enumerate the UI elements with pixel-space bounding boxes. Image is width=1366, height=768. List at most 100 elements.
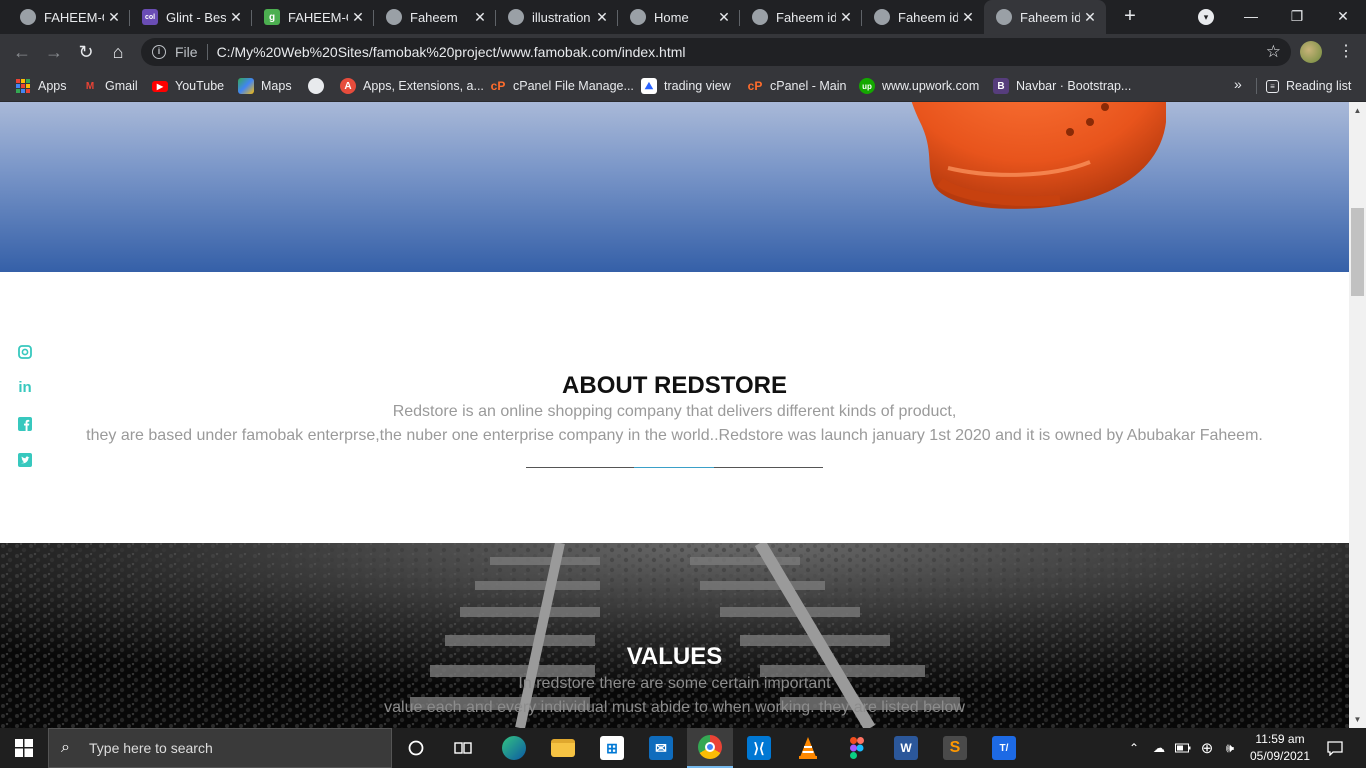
reading-list-button[interactable]: ≡ Reading list: [1266, 76, 1351, 96]
onedrive-icon[interactable]: ☁: [1148, 728, 1170, 768]
taskbar-search-input[interactable]: ⌕ Type here to search: [48, 728, 392, 768]
volume-icon[interactable]: 🕪: [1220, 728, 1240, 768]
hero-banner: [0, 102, 1349, 272]
new-tab-button[interactable]: +: [1119, 5, 1141, 27]
bookmark-cpanel-main[interactable]: cP cPanel - Main: [747, 76, 847, 96]
browser-tab[interactable]: Faheem ✕: [374, 2, 496, 32]
bookmark-label: Gmail: [105, 79, 138, 93]
notifications-icon[interactable]: [1320, 728, 1350, 768]
tab-title: Home: [654, 9, 689, 25]
reload-icon[interactable]: ↻: [74, 40, 98, 64]
url-text[interactable]: C:/My%20Web%20Sites/famobak%20project/ww…: [217, 44, 686, 60]
twitter-icon[interactable]: [17, 452, 33, 468]
cpanel-icon: cP: [747, 79, 763, 93]
close-icon[interactable]: ✕: [348, 9, 368, 26]
clock-date: 05/09/2021: [1249, 749, 1311, 763]
browser-tab[interactable]: Faheem ide ✕: [740, 2, 862, 32]
maps-icon: [238, 78, 254, 94]
edge-icon[interactable]: [491, 728, 537, 768]
upwork-icon: up: [859, 78, 875, 94]
browser-tab[interactable]: Home ✕: [618, 2, 740, 32]
mail-icon[interactable]: ✉: [638, 728, 684, 768]
scrollbar-thumb[interactable]: [1351, 208, 1364, 296]
values-text-line-1: In redstore there are some certain impor…: [518, 675, 831, 692]
taskbar-clock[interactable]: 11:59 am 05/09/2021: [1240, 731, 1320, 765]
g-icon: g: [264, 9, 280, 25]
tab-search-icon[interactable]: ▾: [1198, 9, 1214, 25]
close-icon[interactable]: ✕: [592, 9, 612, 26]
globe-icon: [752, 9, 768, 25]
tab-title: illustration: [532, 9, 591, 25]
bookmark-label: Navbar · Bootstrap...: [1016, 79, 1132, 93]
browser-tab-active[interactable]: Faheem ide ✕: [984, 0, 1106, 34]
network-icon[interactable]: ⊕: [1197, 728, 1217, 768]
close-window-button[interactable]: ✕: [1320, 0, 1366, 32]
extensions-icon: A: [340, 78, 356, 94]
scroll-down-icon[interactable]: ▼: [1349, 711, 1366, 728]
apps-grid-icon: [16, 79, 30, 93]
bookmark-youtube[interactable]: ▶ YouTube: [152, 76, 224, 96]
restore-button[interactable]: ❐: [1274, 0, 1320, 32]
browser-tab[interactable]: col Glint - Best ✕: [130, 2, 252, 32]
reading-list-label: Reading list: [1286, 79, 1352, 93]
cortana-icon[interactable]: [393, 728, 439, 768]
sublime-icon[interactable]: S: [932, 728, 978, 768]
profile-avatar[interactable]: [1300, 41, 1322, 63]
word-icon[interactable]: W: [883, 728, 929, 768]
globe-icon: [874, 9, 890, 25]
forward-icon[interactable]: →: [42, 40, 66, 64]
close-icon[interactable]: ✕: [470, 9, 490, 26]
bookmark-globe[interactable]: [308, 76, 331, 96]
close-icon[interactable]: ✕: [226, 9, 246, 26]
bookmark-tradingview[interactable]: ⛰ trading view: [641, 76, 731, 96]
bookmark-maps[interactable]: Maps: [238, 76, 292, 96]
typora-icon[interactable]: T/: [981, 728, 1027, 768]
store-icon[interactable]: ⊞: [589, 728, 635, 768]
bookmark-upwork[interactable]: up www.upwork.com: [859, 76, 979, 96]
bookmark-extensions[interactable]: A Apps, Extensions, a...: [340, 76, 484, 96]
show-hidden-icons-icon[interactable]: ⌃: [1126, 728, 1142, 768]
back-icon[interactable]: ←: [10, 40, 34, 64]
browser-tab[interactable]: Faheem ide ✕: [862, 2, 984, 32]
chrome-icon[interactable]: [687, 728, 733, 768]
browser-tab[interactable]: g FAHEEM-G ✕: [252, 2, 374, 32]
address-bar[interactable]: i File C:/My%20Web%20Sites/famobak%20pro…: [141, 38, 1291, 66]
instagram-icon[interactable]: [17, 344, 33, 360]
home-icon[interactable]: ⌂: [106, 40, 130, 64]
linkedin-icon[interactable]: in: [17, 379, 33, 396]
file-explorer-icon[interactable]: [540, 728, 586, 768]
browser-tab[interactable]: FAHEEM-G ✕: [8, 2, 130, 32]
scheme-label: File: [175, 44, 198, 60]
close-icon[interactable]: ✕: [104, 9, 124, 26]
browser-tab[interactable]: illustration ✕: [496, 2, 618, 32]
scroll-up-icon[interactable]: ▲: [1349, 102, 1366, 119]
facebook-icon[interactable]: [17, 416, 33, 432]
about-heading: ABOUT REDSTORE: [562, 372, 787, 399]
bookmark-star-icon[interactable]: ☆: [1266, 42, 1281, 62]
info-icon[interactable]: i: [152, 45, 166, 59]
menu-icon[interactable]: ⋮: [1336, 42, 1356, 62]
start-button[interactable]: [0, 728, 48, 768]
close-icon[interactable]: ✕: [714, 9, 734, 26]
bookmark-apps[interactable]: Apps: [16, 76, 67, 96]
bookmark-gmail[interactable]: M Gmail: [82, 76, 138, 96]
battery-icon[interactable]: [1174, 728, 1192, 768]
close-icon[interactable]: ✕: [836, 9, 856, 26]
task-view-icon[interactable]: [440, 728, 486, 768]
clock-time: 11:59 am: [1255, 732, 1305, 746]
close-icon[interactable]: ✕: [958, 9, 978, 26]
vscode-icon[interactable]: ⟩⟨: [736, 728, 782, 768]
vlc-icon[interactable]: [785, 728, 831, 768]
globe-icon: [20, 9, 36, 25]
bookmark-bootstrap[interactable]: B Navbar · Bootstrap...: [993, 76, 1131, 96]
globe-icon: [308, 78, 324, 94]
tab-title: Faheem ide: [1020, 9, 1080, 25]
divider-accent: [634, 467, 714, 468]
bookmarks-overflow-button[interactable]: »: [1234, 76, 1242, 92]
bookmark-cpanel-file[interactable]: cP cPanel File Manage...: [490, 76, 634, 96]
close-icon[interactable]: ✕: [1080, 9, 1100, 26]
page-scrollbar[interactable]: ▲ ▼: [1349, 102, 1366, 728]
figma-icon[interactable]: [834, 728, 880, 768]
minimize-button[interactable]: —: [1228, 0, 1274, 32]
tab-title: Glint - Best: [166, 9, 226, 25]
